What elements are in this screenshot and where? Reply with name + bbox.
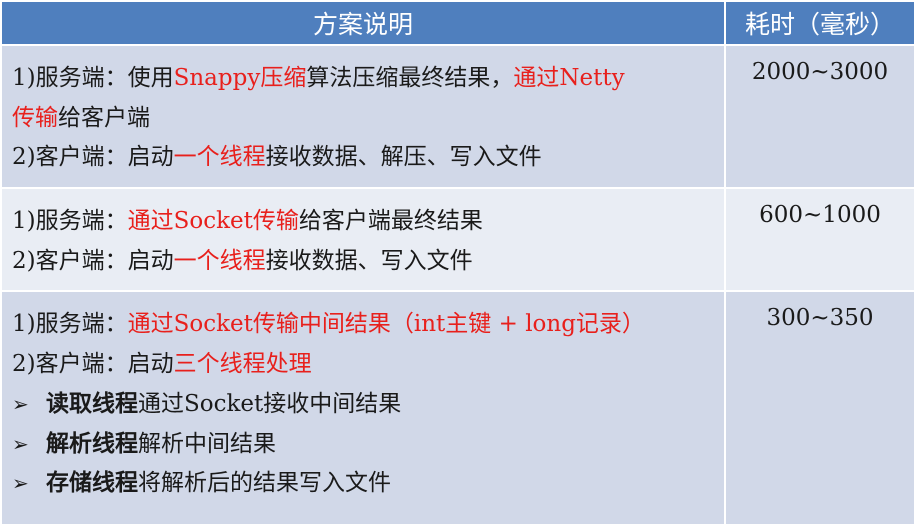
highlight-text: 通过Socket传输中间结果（int主键 + long记录） [127, 311, 645, 337]
header-desc: 方案说明 [0, 0, 726, 46]
highlight-text: 一个线程 [173, 247, 266, 274]
table-row: 1)服务端：通过Socket传输给客户端最终结果 2)客户端：启动一个线程接收数… [0, 187, 914, 292]
bullet-text: 通过Socket接收中间结果 [138, 391, 402, 417]
header-row: 方案说明 耗时（毫秒） [0, 0, 914, 46]
row-1-line-3: 2)客户端：启动一个线程接收数据、解压、写入文件 [12, 138, 724, 178]
line-text: 1)服务端： [12, 311, 128, 337]
arrow-bullet-icon: ➢ [12, 431, 29, 456]
bullet-item: ➢ 读取线程通过Socket接收中间结果 [12, 384, 724, 424]
table-row: 1)服务端：通过Socket传输中间结果（int主键 + long记录） 2)客… [0, 290, 914, 526]
bullet-text: 解析中间结果 [138, 430, 276, 457]
line-text: 给客户端最终结果 [298, 208, 483, 234]
row-1-desc: 1)服务端：使用Snappy压缩算法压缩最终结果，通过Netty 传输给客户端 … [0, 44, 726, 189]
line-text: 2)客户端：启动 [12, 350, 174, 377]
arrow-bullet-icon: ➢ [12, 392, 29, 416]
line-text: 接收数据、写入文件 [265, 247, 473, 274]
table-row: 1)服务端：使用Snappy压缩算法压缩最终结果，通过Netty 传输给客户端 … [0, 44, 914, 189]
row-2-line-2: 2)客户端：启动一个线程接收数据、写入文件 [12, 242, 724, 282]
row-3-line-2: 2)客户端：启动三个线程处理 [12, 345, 724, 385]
bullet-text: 将解析后的结果写入文件 [138, 470, 391, 496]
row-1-line-1: 1)服务端：使用Snappy压缩算法压缩最终结果，通过Netty [12, 59, 724, 99]
highlight-text: Snappy压缩 [173, 65, 307, 91]
line-text: 1)服务端： [12, 208, 128, 234]
highlight-text: 一个线程 [173, 144, 266, 170]
row-1-time: 2000~3000 [724, 44, 914, 189]
row-2-time: 600~1000 [724, 187, 914, 292]
line-text: 算法压缩最终结果， [306, 65, 514, 91]
line-text: 2)客户端：启动 [12, 247, 174, 274]
highlight-text: 传输 [12, 104, 58, 131]
row-2-desc: 1)服务端：通过Socket传输给客户端最终结果 2)客户端：启动一个线程接收数… [0, 187, 726, 292]
line-text: 2)客户端：启动 [12, 144, 174, 170]
bullet-item: ➢ 解析线程解析中间结果 [12, 424, 724, 464]
comparison-table: 方案说明 耗时（毫秒） 1)服务端：使用Snappy压缩算法压缩最终结果，通过N… [0, 0, 914, 526]
line-text: 给客户端 [58, 104, 150, 131]
arrow-bullet-icon: ➢ [12, 471, 29, 495]
highlight-text: 通过Netty [513, 65, 625, 91]
bullet-bold-text: 解析线程 [46, 429, 138, 457]
row-2-line-1: 1)服务端：通过Socket传输给客户端最终结果 [12, 202, 724, 242]
row-3-desc: 1)服务端：通过Socket传输中间结果（int主键 + long记录） 2)客… [0, 290, 726, 526]
line-text: 1)服务端：使用 [12, 65, 174, 91]
line-text: 接收数据、解压、写入文件 [265, 144, 542, 170]
row-1-line-2: 传输给客户端 [12, 99, 724, 139]
highlight-text: 通过Socket传输 [127, 208, 299, 234]
bullet-bold-text: 读取线程 [46, 390, 138, 417]
header-time: 耗时（毫秒） [724, 0, 914, 46]
row-3-line-1: 1)服务端：通过Socket传输中间结果（int主键 + long记录） [12, 305, 724, 345]
highlight-text: 三个线程处理 [173, 350, 312, 377]
row-3-time: 300~350 [724, 290, 914, 526]
